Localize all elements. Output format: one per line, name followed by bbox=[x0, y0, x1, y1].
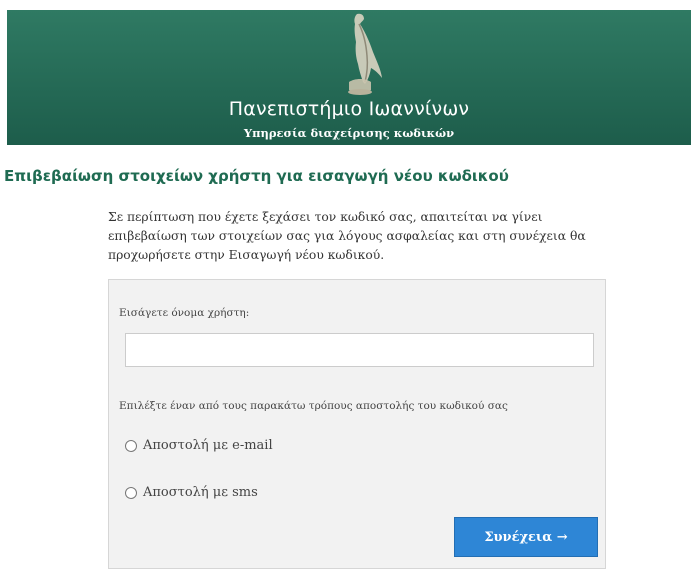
radio-option-sms[interactable]: Αποστολή με sms bbox=[125, 485, 258, 500]
radio-label-email: Αποστολή με e-mail bbox=[143, 438, 273, 453]
delivery-method-label: Επιλέξτε έναν από τους παρακάτω τρόπους … bbox=[119, 400, 508, 412]
continue-button[interactable]: Συνέχεια → bbox=[454, 517, 598, 557]
intro-text: Σε περίπτωση που έχετε ξεχάσει τον κωδικ… bbox=[108, 210, 586, 262]
radio-button-email[interactable] bbox=[125, 439, 137, 452]
username-input[interactable] bbox=[125, 333, 594, 367]
service-name: Υπηρεσία διαχείρισης κωδικών bbox=[243, 126, 455, 140]
eagle-statue-icon bbox=[348, 13, 382, 95]
username-label: Εισάγετε όνομα χρήστη: bbox=[119, 307, 250, 319]
page-heading: Επιβεβαίωση στοιχείων χρήστη για εισαγωγ… bbox=[4, 167, 509, 185]
radio-option-email[interactable]: Αποστολή με e-mail bbox=[125, 438, 273, 453]
radio-label-sms: Αποστολή με sms bbox=[143, 485, 258, 500]
university-name: Πανεπιστήμιο Ιωαννίνων bbox=[228, 98, 470, 120]
radio-button-sms[interactable] bbox=[125, 486, 137, 499]
reset-form-panel: Εισάγετε όνομα χρήστη: Επιλέξτε έναν από… bbox=[108, 279, 606, 569]
site-header: Πανεπιστήμιο Ιωαννίνων Υπηρεσία διαχείρι… bbox=[7, 10, 691, 145]
